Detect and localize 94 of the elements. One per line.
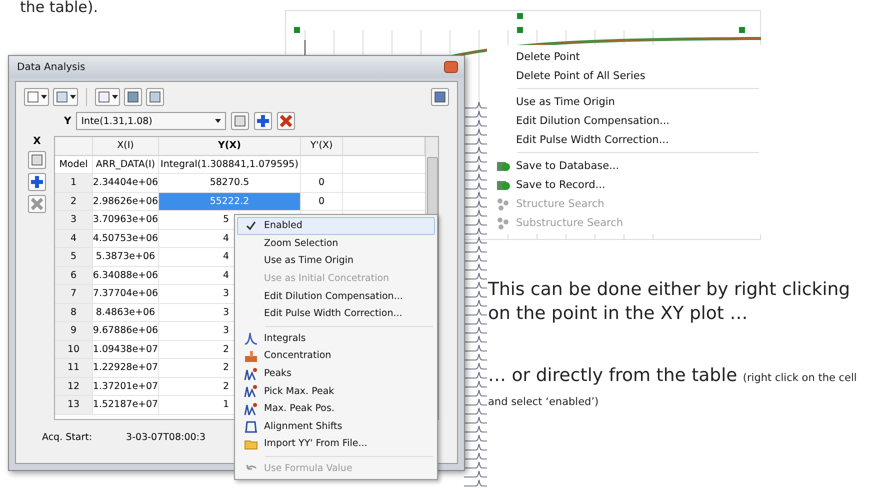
plus-icon [256,114,270,128]
menu-item[interactable]: Delete Point [489,47,761,66]
table-cell: 8.4863e+06 [93,304,159,322]
peak-icon [244,366,258,381]
selection-handle[interactable] [517,27,523,33]
close-icon [30,197,44,211]
table-cell: 7.37704e+06 [93,285,159,304]
edit-chart-button[interactable] [146,88,164,106]
new-document-button[interactable] [24,88,49,106]
table-cell: 1.09438e+07 [93,340,159,359]
row-header[interactable]: 7 [55,285,93,304]
save-icon [433,90,447,104]
row-header[interactable]: 3 [55,211,93,230]
acq-start-value: 3-03-07T08:00:3 [126,432,206,443]
selection-handle[interactable] [294,27,300,33]
peak-icon [244,331,258,346]
table-cell: 1.52187e+07 [93,396,159,414]
table-cell [301,156,343,174]
table-icon [55,90,69,104]
row-header[interactable]: 13 [55,396,93,414]
row-header[interactable]: 11 [55,359,93,378]
y-label: Y [64,116,72,126]
menu-item[interactable]: Use as Time Origin [489,92,761,111]
table-cell: 1.37201e+07 [93,378,159,396]
table-cell: ARR_DATA(I) [93,156,159,174]
image-icon [126,90,140,104]
row-header[interactable]: 10 [55,340,93,359]
row-header[interactable]: 1 [55,174,93,192]
menu-item[interactable]: Enabled [237,217,435,235]
align-icon [244,419,258,434]
row-header[interactable]: 2 [55,192,93,211]
table-cell: 6.34088e+06 [93,266,159,285]
molecule-icon [496,196,510,210]
table-cell: 0 [301,192,343,211]
caret-icon [70,94,76,100]
document-icon [26,90,40,104]
table-cell: 1.22928e+07 [93,359,159,378]
close-icon [279,114,294,128]
selection-handle[interactable] [739,27,745,33]
delete-button[interactable] [277,112,296,130]
molecule-icon [496,216,510,230]
chart-icon [97,90,111,104]
settings-button[interactable] [231,112,250,130]
acq-start-label: Acq. Start: [42,432,92,443]
caret-icon [112,94,118,100]
add-button[interactable] [28,173,46,191]
heading-text: the table). [20,0,98,16]
menu-item[interactable]: Save to Database... [489,156,761,175]
menu-item[interactable]: Save to Record... [489,175,761,194]
row-header[interactable]: 12 [55,378,93,396]
column-header[interactable]: X(I) [93,137,159,156]
settings-icon [233,114,248,128]
table-cell: Integral(1.308841,1.079595) [159,156,301,174]
table-cell: 2.34404e+06 [93,174,159,192]
peak-icon [244,384,258,398]
peak-icon [244,402,258,416]
column-header[interactable]: Y(X) [159,137,301,156]
caption-text: … or directly from the table (right click on the cell and select ‘enabled’) [488,365,858,410]
caption-text: This can be done either by right clicking on the point in the XY plot … [488,278,852,326]
table-cell: 9.67886e+06 [93,322,159,340]
table-cell: 5.3873e+06 [93,248,159,266]
caret-icon [215,118,222,124]
menu-item[interactable]: Edit Pulse Width Correction... [489,130,761,149]
table-cell: 55222.2 [159,192,301,211]
close-button[interactable] [444,61,458,73]
menu-item[interactable]: Import YY' From File... [237,435,435,453]
table-cell: 3.70963e+06 [93,211,159,230]
menu-item[interactable]: Edit Dilution Compensation... [489,111,761,130]
row-header[interactable]: 5 [55,248,93,266]
window-title: Data Analysis [17,62,86,72]
hand-icon [244,348,258,363]
caret-icon [41,94,47,100]
save-button[interactable] [431,88,449,106]
row-header[interactable]: 9 [55,322,93,340]
settings-icon [30,153,44,167]
image-button[interactable] [124,88,142,106]
row-header[interactable]: 6 [55,266,93,285]
peak-chart-button[interactable] [95,88,120,106]
x-label: X [33,136,41,147]
chart-icon [148,90,162,104]
table-cell: 0 [301,174,343,192]
add-button[interactable] [254,112,272,130]
table-button[interactable] [53,88,78,106]
menu-item[interactable]: Delete Point of All Series [489,66,761,85]
y-dropdown[interactable]: Inte(1.31,1.08) [76,112,226,130]
delete-button[interactable] [28,195,46,213]
column-header[interactable]: Y'(X) [301,137,343,156]
selection-handle[interactable] [517,13,523,19]
menu-item[interactable]: Alignment Shifts [237,418,435,436]
row-header[interactable]: 4 [55,230,93,248]
plus-icon [30,175,44,189]
table-cell: 4.50753e+06 [93,230,159,248]
settings-button[interactable] [28,151,46,169]
row-header[interactable]: 8 [55,304,93,322]
